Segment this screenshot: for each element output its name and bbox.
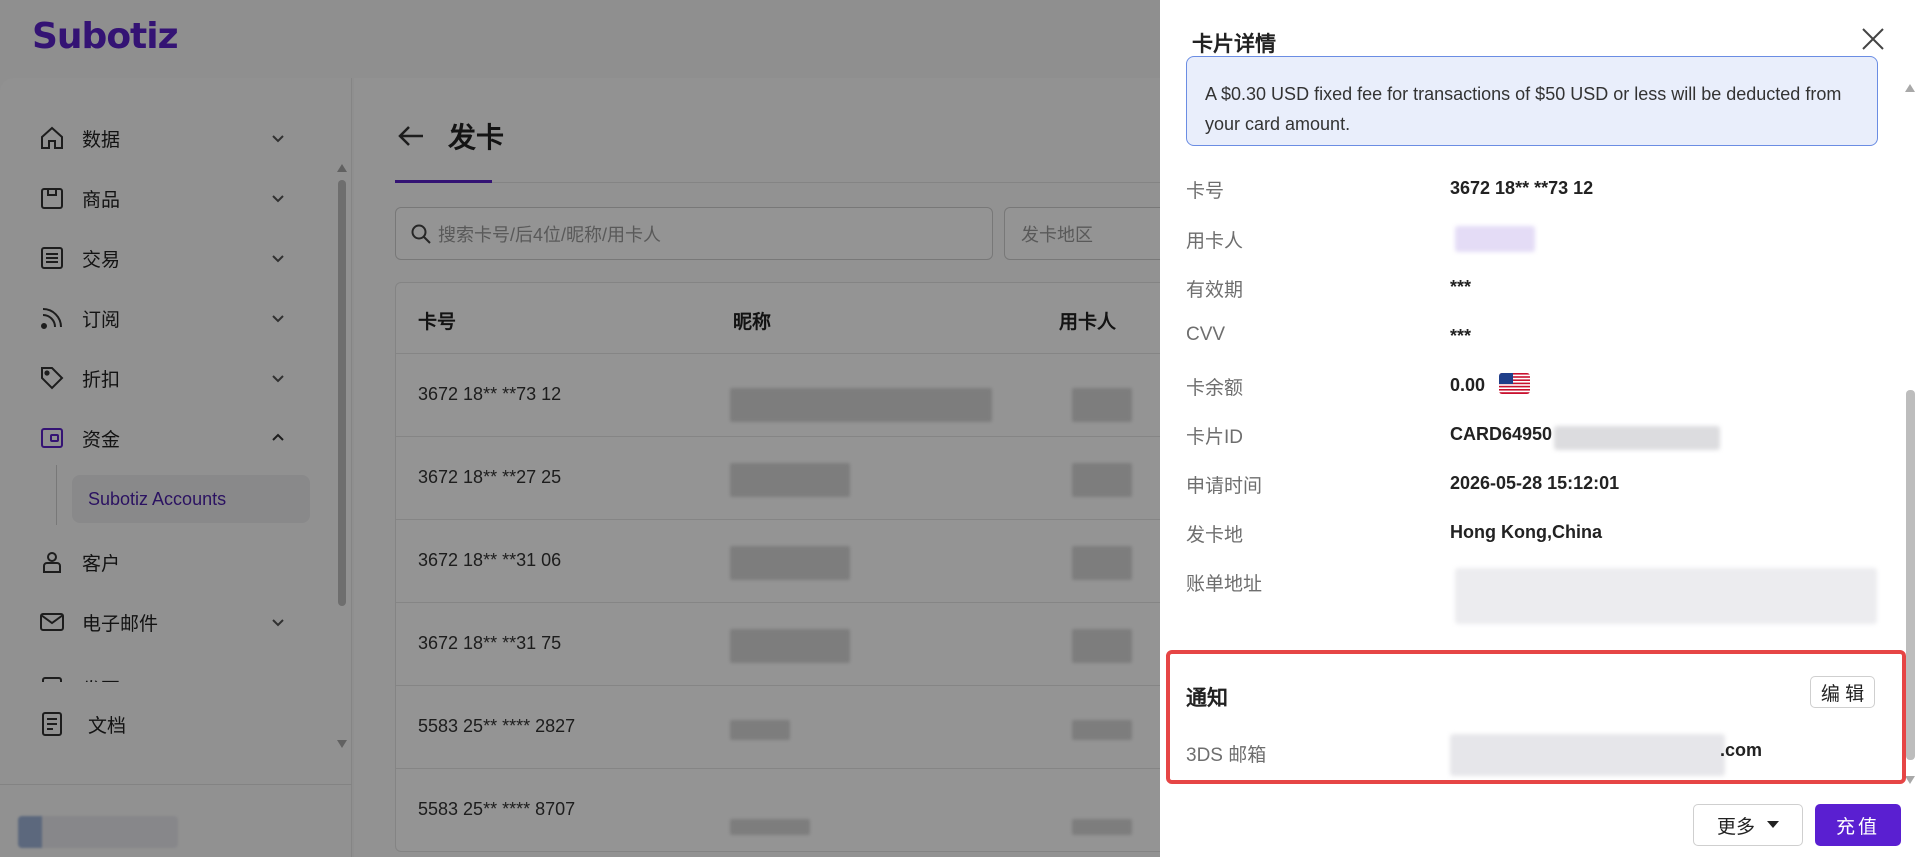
caret-down-icon (1767, 821, 1779, 828)
field-value-applied-time: 2026-05-28 15:12:01 (1450, 473, 1620, 493)
more-dropdown-button[interactable]: 更多 (1693, 804, 1803, 846)
top-up-button[interactable]: 充值 (1815, 804, 1901, 846)
drawer-scroll-thumb[interactable] (1906, 390, 1915, 760)
field-label-card-number: 卡号 (1186, 181, 1225, 202)
field-value-cardholder-blurred (1455, 226, 1535, 252)
edit-button[interactable]: 编 辑 (1810, 676, 1875, 708)
card-id-suffix-blurred (1554, 426, 1720, 450)
field-label-issue-region: 发卡地 (1186, 525, 1244, 546)
field-label-balance: 卡余额 (1186, 378, 1244, 399)
field-value-card-number: 3672 18** **73 12 (1450, 178, 1594, 198)
field-value-card-id: CARD64950 (1450, 424, 1553, 444)
us-flag-icon (1499, 373, 1530, 394)
fee-notice: A $0.30 USD fixed fee for transactions o… (1186, 56, 1878, 146)
field-label-cardholder: 用卡人 (1186, 231, 1244, 252)
close-icon[interactable] (1858, 24, 1888, 54)
field-label-cvv: CVV (1186, 324, 1226, 345)
field-label-card-id: 卡片ID (1186, 427, 1244, 448)
field-label-expiry: 有效期 (1186, 280, 1244, 301)
more-label: 更多 (1716, 816, 1755, 838)
field-label-billing-address: 账单地址 (1186, 574, 1263, 595)
drawer-title: 卡片详情 (1192, 33, 1276, 56)
field-value-cvv: *** (1450, 326, 1472, 346)
field-value-issue-region: Hong Kong,China (1450, 522, 1602, 542)
field-label-applied-time: 申请时间 (1186, 476, 1263, 497)
field-value-expiry: *** (1450, 277, 1472, 297)
modal-backdrop[interactable] (0, 0, 1160, 857)
field-value-billing-address-blurred (1455, 568, 1877, 624)
field-value-balance: 0.00 (1450, 375, 1486, 395)
